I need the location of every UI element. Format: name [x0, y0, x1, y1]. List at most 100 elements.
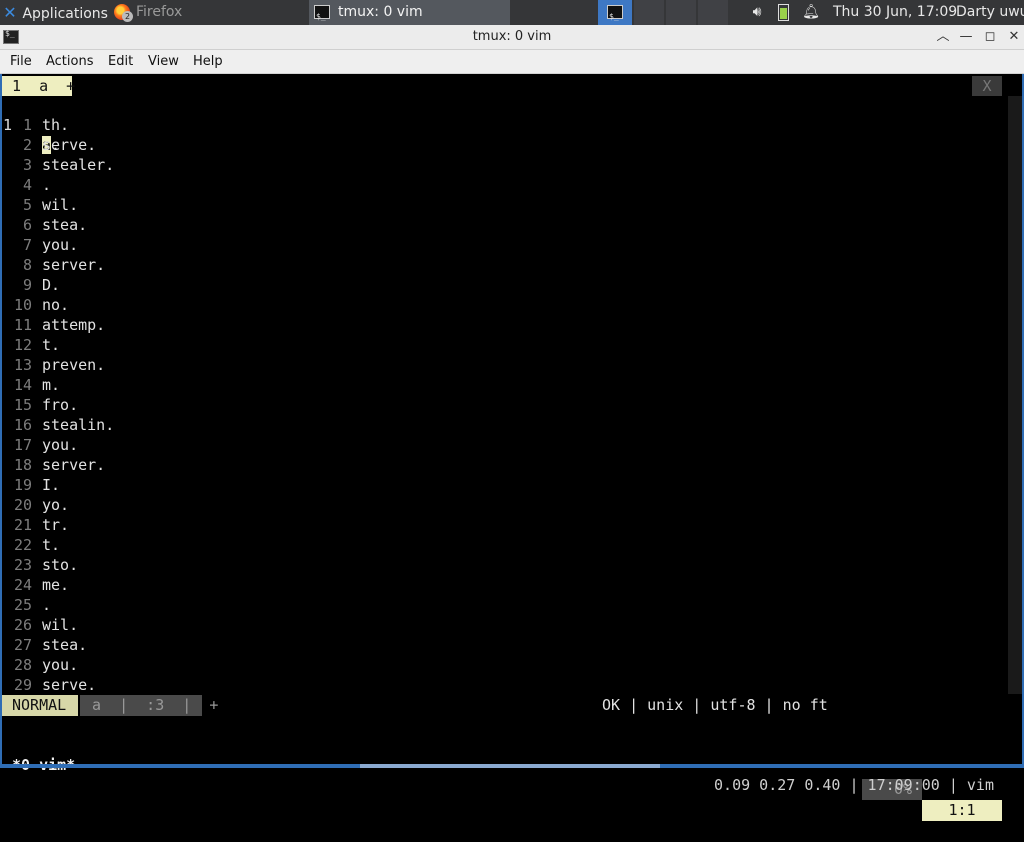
line-text: wil.	[42, 196, 79, 214]
workspace-1[interactable]	[510, 0, 595, 25]
line-number: 2	[22, 136, 32, 154]
line-text: wil.	[42, 616, 79, 634]
buffer-line[interactable]: 5 wil.	[0, 195, 1000, 215]
line-number: 1	[22, 116, 32, 134]
buffer-line[interactable]: 14 m.	[0, 375, 1000, 395]
close-window-button[interactable]: ✕	[1004, 25, 1024, 49]
buffer-line[interactable]: 1 th.	[0, 115, 1000, 135]
buffer-line[interactable]: 21 tr.	[0, 515, 1000, 535]
line-number: 26	[13, 616, 32, 634]
buffer-line-current[interactable]: 1 a.	[0, 95, 1000, 154]
firefox-taskbar-button[interactable]: 2 Firefox	[111, 0, 309, 25]
line-text: preven.	[42, 356, 106, 374]
line-number: 27	[13, 636, 32, 654]
workspace-3[interactable]	[666, 0, 696, 25]
tmux-taskbar-button[interactable]: tmux: 0 vim	[309, 0, 510, 29]
line-number: 21	[13, 516, 32, 534]
line-text: stea.	[42, 216, 88, 234]
line-number: 19	[13, 476, 32, 494]
minimize-button[interactable]: —	[956, 25, 976, 49]
volume-icon[interactable]: 🔊︎	[747, 0, 767, 25]
buffer-line[interactable]: 7 you.	[0, 235, 1000, 255]
buffer-line[interactable]: 4.	[0, 175, 1000, 195]
terminal-icon	[607, 4, 623, 29]
tmux-status-right: 0.09 0.27 0.40 | 17:09:00 | vim	[714, 776, 994, 794]
xfce-logo-icon: ✕	[3, 3, 17, 22]
applications-menu[interactable]: ✕ Applications	[0, 0, 112, 25]
terminal-icon	[314, 4, 330, 29]
line-number: 12	[13, 336, 32, 354]
buffer-line[interactable]: 19 I.	[0, 475, 1000, 495]
line-text: no.	[42, 296, 70, 314]
buffer-line[interactable]: 27 stea.	[0, 635, 1000, 655]
buffer-line[interactable]: 23 sto.	[0, 555, 1000, 575]
line-text: t.	[42, 536, 61, 554]
line-number: 22	[13, 536, 32, 554]
vim-cursor-position: 1:1	[922, 800, 1002, 821]
line-number: 14	[13, 376, 32, 394]
line-text: stea.	[42, 636, 88, 654]
line-text: stealer.	[42, 156, 115, 174]
buffer-line[interactable]: 3 stealer.	[0, 155, 1000, 175]
firefox-icon: 2	[114, 4, 133, 22]
buffer-line[interactable]: 28 you.	[0, 655, 1000, 675]
menu-edit[interactable]: Edit	[108, 50, 133, 73]
line-number: 16	[13, 416, 32, 434]
menu-file[interactable]: File	[10, 50, 32, 73]
buffer-line[interactable]: 11 attemp.	[0, 315, 1000, 335]
buffer-line[interactable]: 15 fro.	[0, 395, 1000, 415]
buffer-line[interactable]: 12 t.	[0, 335, 1000, 355]
buffer-line[interactable]: 22 t.	[0, 535, 1000, 555]
workspace-4[interactable]	[698, 0, 728, 25]
workspace-2[interactable]	[634, 0, 664, 25]
line-number: 4	[22, 176, 32, 194]
buffer-line[interactable]: 18 server.	[0, 455, 1000, 475]
clock[interactable]: Thu 30 Jun, 17:09	[833, 0, 957, 25]
buffer-line[interactable]: 8 server.	[0, 255, 1000, 275]
buffer-line[interactable]: 9 D.	[0, 275, 1000, 295]
buffer-line[interactable]: 10 no.	[0, 295, 1000, 315]
buffer-line[interactable]: 2 serve.	[0, 135, 1000, 155]
buffer-line[interactable]: 17 you.	[0, 435, 1000, 455]
user-menu[interactable]: Darty uwu	[956, 0, 1024, 25]
vim-tab-close-button[interactable]: X	[972, 76, 1002, 96]
buffer-line[interactable]: 16 stealin.	[0, 415, 1000, 435]
vim-buffer[interactable]: 1 a. 1 th. 2 serve. 3 stealer. 4. 5 wil. 6 stea. 7 y…	[0, 95, 1000, 695]
line-text: stealin.	[42, 416, 115, 434]
applications-label: Applications	[22, 6, 108, 22]
shade-window-button[interactable]: ︿	[933, 25, 953, 49]
battery-icon[interactable]	[778, 0, 792, 25]
bottom-highlight	[360, 764, 660, 768]
terminal-area[interactable]: 1 a + X 1 a. 1 th. 2 serve. 3 stealer. 4. 5 wil.…	[0, 74, 1024, 821]
window-border-left	[0, 74, 2, 764]
terminal-launcher-button[interactable]	[598, 0, 632, 29]
vim-buffer-info: a | :3 | +	[80, 695, 218, 716]
menu-actions[interactable]: Actions	[46, 50, 94, 73]
line-number: 13	[13, 356, 32, 374]
buffer-line[interactable]: 20 yo.	[0, 495, 1000, 515]
menu-view[interactable]: View	[148, 50, 179, 73]
buffer-line[interactable]: 29 serve.	[0, 675, 1000, 695]
menu-help[interactable]: Help	[193, 50, 223, 73]
line-number: 20	[13, 496, 32, 514]
buffer-line[interactable]: 26 wil.	[0, 615, 1000, 635]
vim-statusline: NORMAL a | :3 | + OK | unix | utf-8 | no…	[2, 695, 1002, 821]
buffer-line[interactable]: 6 stea.	[0, 215, 1000, 235]
line-text: you.	[42, 236, 79, 254]
line-text: tr.	[42, 516, 70, 534]
line-text: server.	[42, 256, 106, 274]
notification-bell-icon[interactable]: 🔔︎	[801, 0, 821, 25]
maximize-button[interactable]: ◻	[980, 25, 1000, 49]
line-text: attemp.	[42, 316, 106, 334]
top-panel: ✕ Applications 2Firefox tmux: 0 vim 🔊︎ 🔔…	[0, 0, 1024, 29]
vim-file-info: OK | unix | utf-8 | no ft	[602, 696, 828, 714]
terminal-scrollbar[interactable]	[1008, 96, 1022, 694]
buffer-line[interactable]: 13 preven.	[0, 355, 1000, 375]
window-title: tmux: 0 vim	[472, 29, 552, 44]
line-number: 10	[13, 296, 32, 314]
window-titlebar[interactable]: tmux: 0 vim ︿ — ◻ ✕	[0, 25, 1024, 50]
vim-tab-active[interactable]: 1 a +	[2, 76, 75, 96]
buffer-line[interactable]: 25.	[0, 595, 1000, 615]
buffer-line[interactable]: 24 me.	[0, 575, 1000, 595]
tmux-status-bar: *0 vim* 0.09 0.27 0.40 | 17:09:00 | vim	[2, 735, 1002, 794]
